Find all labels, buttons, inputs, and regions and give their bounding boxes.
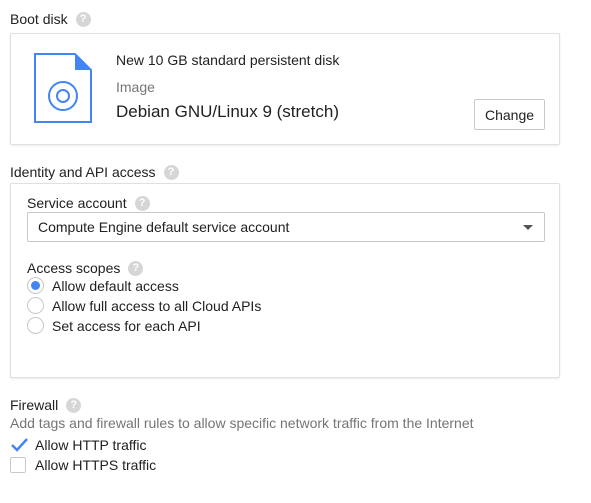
firewall-title: Firewall xyxy=(10,397,59,413)
http-label: Allow HTTP traffic xyxy=(35,437,147,453)
checkmark-icon xyxy=(11,438,28,452)
service-account-label: Service account xyxy=(27,195,127,211)
help-icon[interactable]: ? xyxy=(128,260,144,276)
scope-option-default[interactable]: Allow default access xyxy=(27,277,179,294)
allow-http-option[interactable]: Allow HTTP traffic xyxy=(10,437,147,453)
scope-label: Allow default access xyxy=(52,277,179,294)
chevron-down-icon xyxy=(523,225,533,230)
image-name: Debian GNU/Linux 9 (stretch) xyxy=(116,102,339,121)
disk-description: New 10 GB standard persistent disk xyxy=(116,52,340,68)
scope-option-full[interactable]: Allow full access to all Cloud APIs xyxy=(27,297,261,314)
firewall-heading: Firewall ? xyxy=(10,397,82,413)
http-checkbox[interactable] xyxy=(10,437,28,453)
service-account-heading: Service account ? xyxy=(27,195,150,211)
boot-disk-heading: Boot disk ? xyxy=(10,11,91,27)
access-scopes-label: Access scopes xyxy=(27,260,121,276)
access-scopes-heading: Access scopes ? xyxy=(27,260,144,276)
disk-image-icon xyxy=(34,53,92,123)
radio-button[interactable] xyxy=(27,297,44,314)
allow-https-option[interactable]: Allow HTTPS traffic xyxy=(10,457,156,473)
change-button[interactable]: Change xyxy=(474,99,545,130)
scope-label: Allow full access to all Cloud APIs xyxy=(52,297,262,314)
identity-title: Identity and API access xyxy=(10,164,156,180)
help-icon[interactable]: ? xyxy=(163,164,179,180)
help-icon[interactable]: ? xyxy=(75,11,91,27)
help-icon[interactable]: ? xyxy=(134,195,150,211)
boot-disk-card: New 10 GB standard persistent disk Image… xyxy=(10,33,560,145)
boot-disk-title: Boot disk xyxy=(10,11,68,27)
scope-option-each-api[interactable]: Set access for each API xyxy=(27,317,201,334)
image-label: Image xyxy=(116,79,155,95)
https-label: Allow HTTPS traffic xyxy=(35,457,157,473)
identity-card: Service account ? Compute Engine default… xyxy=(10,183,560,378)
firewall-description: Add tags and firewall rules to allow spe… xyxy=(10,415,474,431)
identity-heading: Identity and API access ? xyxy=(10,164,179,180)
radio-button[interactable] xyxy=(27,277,44,294)
scope-label: Set access for each API xyxy=(52,317,201,334)
service-account-select[interactable]: Compute Engine default service account xyxy=(27,212,545,242)
service-account-value: Compute Engine default service account xyxy=(38,219,290,235)
https-checkbox[interactable] xyxy=(10,457,26,473)
radio-button[interactable] xyxy=(27,317,44,334)
help-icon[interactable]: ? xyxy=(66,397,82,413)
